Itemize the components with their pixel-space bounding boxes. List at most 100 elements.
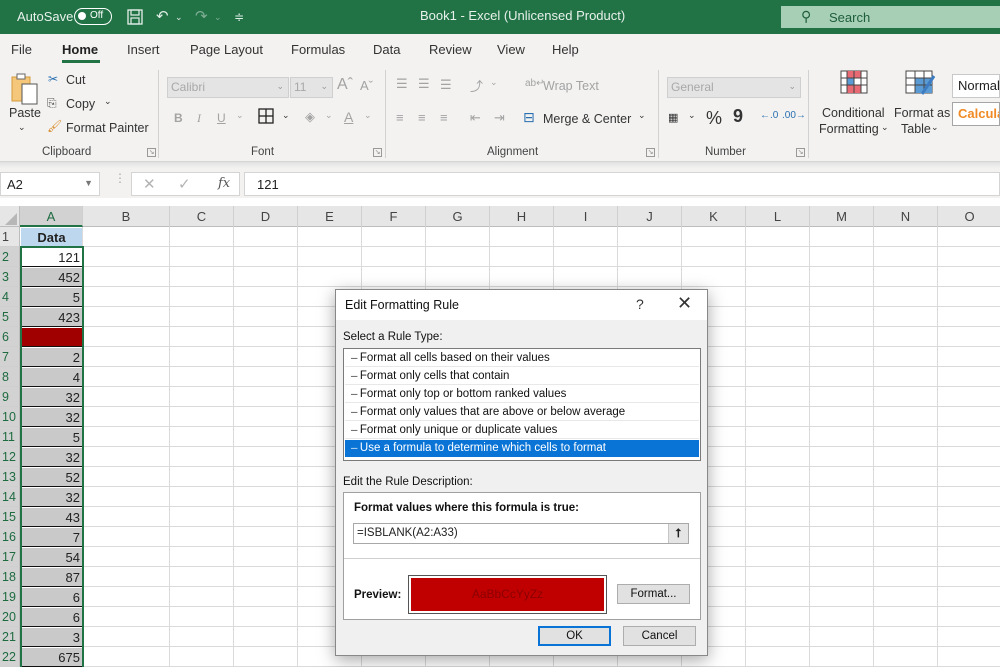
row-header-11[interactable]: 11 — [0, 427, 20, 447]
copy-dropdown-icon[interactable]: ⌄ — [104, 96, 112, 107]
row-header-7[interactable]: 7 — [0, 347, 20, 367]
decrease-indent-icon[interactable]: ⇤ — [470, 110, 481, 126]
number-format-combo[interactable]: General ⌄ — [667, 77, 801, 98]
accounting-format-icon[interactable]: ▦ — [668, 111, 678, 124]
row-header-16[interactable]: 16 — [0, 527, 20, 547]
rule-type-item[interactable]: ─ Format only unique or duplicate values — [345, 422, 699, 439]
italic-button[interactable]: I — [197, 111, 201, 126]
customize-qat-icon[interactable]: ≑ — [234, 8, 244, 26]
row-header-13[interactable]: 13 — [0, 467, 20, 487]
font-color-dropdown-icon[interactable]: ⌄ — [364, 110, 372, 121]
column-header-k[interactable]: K — [682, 206, 746, 227]
name-box[interactable]: A2 ▼ — [0, 172, 100, 196]
insert-function-icon[interactable]: fx — [218, 176, 230, 191]
column-a-header-cell[interactable]: Data — [21, 228, 82, 247]
fill-color-icon[interactable]: ◈ — [305, 109, 315, 125]
column-header-n[interactable]: N — [874, 206, 938, 227]
accounting-dropdown-icon[interactable]: ⌄ — [688, 110, 696, 121]
wrap-text-button[interactable]: Wrap Text — [543, 79, 599, 93]
decrease-decimal-icon[interactable]: .00→ — [782, 110, 806, 121]
tab-page-layout[interactable]: Page Layout — [190, 42, 263, 57]
font-launcher-icon[interactable]: ↘ — [373, 148, 382, 157]
rule-type-item[interactable]: ─ Use a formula to determine which cells… — [345, 440, 699, 457]
cancel-icon[interactable]: ✕ — [143, 175, 156, 193]
number-launcher-icon[interactable]: ↘ — [796, 148, 805, 157]
rule-type-item[interactable]: ─ Format only values that are above or b… — [345, 404, 699, 421]
rule-type-item[interactable]: ─ Format only cells that contain — [345, 368, 699, 385]
underline-button[interactable]: U — [217, 111, 226, 125]
paste-dropdown-icon[interactable]: ⌄ — [18, 122, 26, 133]
decrease-font-icon[interactable]: Aˇ — [360, 78, 373, 93]
redo-dropdown-icon[interactable]: ⌄ — [214, 8, 222, 26]
autosave-toggle[interactable]: Off — [74, 8, 112, 25]
row-header-20[interactable]: 20 — [0, 607, 20, 627]
tab-formulas[interactable]: Formulas — [291, 42, 345, 57]
merge-center-button[interactable]: Merge & Center — [543, 112, 631, 126]
rule-type-item[interactable]: ─ Format only top or bottom ranked value… — [345, 386, 699, 403]
conditional-formatting-button[interactable]: Conditional — [822, 106, 885, 120]
copy-button[interactable]: Copy — [66, 97, 95, 111]
format-button[interactable]: Format... — [617, 584, 690, 604]
increase-indent-icon[interactable]: ⇥ — [494, 110, 505, 126]
row-header-2[interactable]: 2 — [0, 247, 20, 267]
font-color-icon[interactable]: A — [344, 109, 353, 125]
middle-align-icon[interactable]: ☰ — [418, 76, 430, 92]
alignment-launcher-icon[interactable]: ↘ — [646, 148, 655, 157]
row-header-14[interactable]: 14 — [0, 487, 20, 507]
column-header-c[interactable]: C — [170, 206, 234, 227]
undo-icon[interactable]: ↶ — [156, 8, 169, 26]
increase-decimal-icon[interactable]: ←.0 — [760, 110, 778, 121]
column-header-j[interactable]: J — [618, 206, 682, 227]
column-header-i[interactable]: I — [554, 206, 618, 227]
style-calculation[interactable]: Calculation — [952, 102, 1000, 126]
tab-view[interactable]: View — [497, 42, 525, 57]
format-as-table-button[interactable]: Format as — [894, 106, 950, 120]
tab-file[interactable]: File — [11, 42, 32, 57]
row-header-1[interactable]: 1 — [0, 227, 20, 247]
rule-type-item[interactable]: ─ Format all cells based on their values — [345, 350, 699, 367]
row-header-19[interactable]: 19 — [0, 587, 20, 607]
orientation-icon[interactable]: ⤴ — [470, 76, 483, 95]
conditional-formatting-button-line2[interactable]: Formatting — [819, 122, 879, 136]
paste-button[interactable]: Paste — [9, 106, 41, 120]
clipboard-launcher-icon[interactable]: ↘ — [147, 148, 156, 157]
font-name-combo[interactable]: Calibri ⌄ — [167, 77, 289, 98]
top-align-icon[interactable]: ☰ — [396, 76, 408, 92]
row-header-4[interactable]: 4 — [0, 287, 20, 307]
increase-font-icon[interactable]: Aˆ — [337, 76, 353, 94]
style-normal[interactable]: Normal — [952, 74, 1000, 98]
column-header-m[interactable]: M — [810, 206, 874, 227]
rule-type-list[interactable]: ─ Format all cells based on their values… — [343, 348, 701, 461]
collapse-dialog-icon[interactable]: ⭡ — [668, 524, 688, 543]
row-header-9[interactable]: 9 — [0, 387, 20, 407]
column-header-f[interactable]: F — [362, 206, 426, 227]
borders-icon[interactable] — [258, 108, 274, 127]
column-header-o[interactable]: O — [938, 206, 1000, 227]
ok-button[interactable]: OK — [538, 626, 611, 646]
tab-home[interactable]: Home — [62, 42, 98, 57]
tab-data[interactable]: Data — [373, 42, 400, 57]
row-header-17[interactable]: 17 — [0, 547, 20, 567]
row-header-21[interactable]: 21 — [0, 627, 20, 647]
align-right-icon[interactable]: ≡ — [440, 110, 448, 125]
formula-field[interactable]: =ISBLANK(A2:A33) ⭡ — [353, 523, 689, 544]
bold-button[interactable]: B — [174, 111, 183, 125]
select-all-button[interactable] — [0, 206, 20, 227]
row-header-6[interactable]: 6 — [0, 327, 20, 347]
search-box[interactable]: ⚲ Search — [781, 6, 1000, 28]
row-header-22[interactable]: 22 — [0, 647, 20, 667]
row-header-12[interactable]: 12 — [0, 447, 20, 467]
resize-handle-icon[interactable]: ⋮ — [114, 172, 126, 184]
tab-help[interactable]: Help — [552, 42, 579, 57]
column-header-e[interactable]: E — [298, 206, 362, 227]
column-header-h[interactable]: H — [490, 206, 554, 227]
formula-input[interactable]: 121 — [244, 172, 1000, 196]
tab-insert[interactable]: Insert — [127, 42, 160, 57]
borders-dropdown-icon[interactable]: ⌄ — [282, 110, 290, 121]
row-header-15[interactable]: 15 — [0, 507, 20, 527]
format-painter-button[interactable]: Format Painter — [66, 121, 149, 135]
redo-icon[interactable]: ↷ — [195, 8, 208, 26]
save-icon[interactable] — [126, 8, 144, 26]
fill-color-dropdown-icon[interactable]: ⌄ — [325, 110, 333, 121]
percent-style-button[interactable]: % — [706, 108, 722, 129]
